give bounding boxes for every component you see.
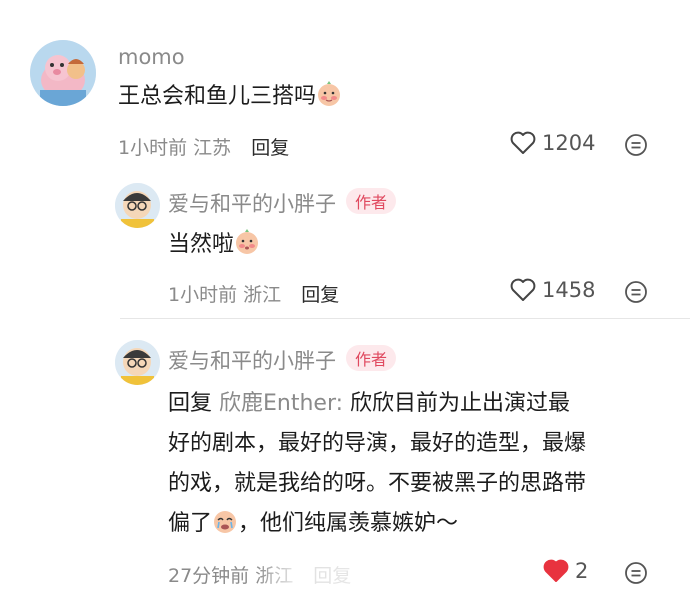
like-button[interactable]: 2 [543,559,588,583]
more-options-icon[interactable] [624,280,648,304]
reply-target-username[interactable]: 欣鹿Enther: [219,391,343,416]
comment-time: 27分钟前 [168,565,250,587]
reply-prefix: 回复 [168,391,213,416]
comment-line: 偏了 ，他们纯属羡慕嫉妒～ [168,504,668,544]
comment-location: 浙江 [243,284,282,306]
like-button[interactable]: 1204 [510,131,595,155]
blushing-face-emoji-icon [318,81,341,106]
username[interactable]: 爱与和平的小胖子 作者 [168,188,397,218]
reply-button[interactable]: 回复 [251,137,289,159]
comment-text-content: 当然啦 [168,232,235,257]
username[interactable]: momo [118,45,185,69]
comment-text-content: 王总会和鱼儿三搭吗 [118,84,317,109]
avatar[interactable] [115,340,160,385]
comment-time: 1小时前 [168,284,238,306]
heart-filled-icon [543,559,569,582]
divider [120,318,690,319]
comment-text-content: 欣欣目前为止出演过最 [350,391,571,416]
comment-meta: 1小时前 浙江 回复 [168,280,339,307]
comment-line: 回复 欣鹿Enther: 欣欣目前为止出演过最 [168,384,668,424]
comment-text-content: ，他们纯属羡慕嫉妒～ [238,511,459,536]
author-badge: 作者 [346,345,397,371]
heart-icon [510,278,536,301]
comment-text: 当然啦 [168,225,260,265]
comment-line: 好的剧本，最好的导演，最好的造型，最爆 [168,431,587,456]
reply-button[interactable]: 回复 [301,284,339,306]
comment-line: 的戏，就是我给的呀。不要被黑子的思路带 [168,471,587,496]
heart-icon [510,131,536,154]
avatar[interactable] [30,40,96,106]
comment-text: 回复 欣鹿Enther: 欣欣目前为止出演过最 好的剧本，最好的导演，最好的造型… [168,384,668,544]
comment-text: 王总会和鱼儿三搭吗 [118,77,342,117]
like-count: 1204 [542,131,596,155]
like-count: 2 [575,559,589,583]
watermark-blur [255,562,425,590]
crying-face-emoji-icon [214,511,237,533]
username[interactable]: 爱与和平的小胖子 作者 [168,345,397,375]
comment-meta: 1小时前 江苏 回复 [118,133,289,160]
like-button[interactable]: 1458 [510,278,595,302]
blushing-face-emoji-icon [236,229,259,254]
more-options-icon[interactable] [624,561,648,585]
comment-time: 1小时前 [118,137,188,159]
username-text: 爱与和平的小胖子 [168,349,336,373]
author-badge: 作者 [346,188,397,214]
like-count: 1458 [542,278,596,302]
username-text: 爱与和平的小胖子 [168,192,336,216]
comment-text-content: 偏了 [168,511,213,536]
more-options-icon[interactable] [624,133,648,157]
avatar[interactable] [115,183,160,228]
comment-location: 江苏 [193,137,232,159]
